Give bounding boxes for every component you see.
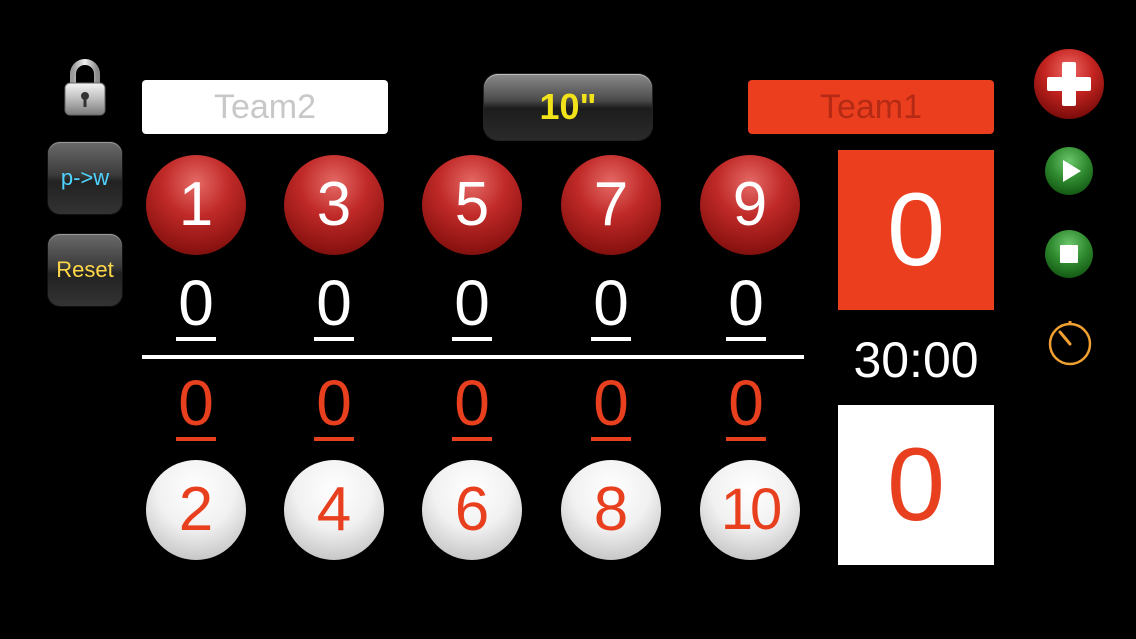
red-ball-3[interactable]: 3 <box>284 155 384 255</box>
bottom-score-value: 0 <box>176 367 216 441</box>
score-divider <box>142 355 804 359</box>
mode-switch-label: p->w <box>60 165 110 190</box>
white-ball-10[interactable]: 10 <box>700 460 800 560</box>
white-ball-8[interactable]: 8 <box>561 460 661 560</box>
top-score-value: 0 <box>591 267 631 341</box>
padlock-icon[interactable] <box>62 56 108 118</box>
reset-label: Reset <box>56 257 114 282</box>
shot-clock-value: 10" <box>539 86 597 127</box>
red-ball-number: 5 <box>454 170 490 239</box>
white-ball-number: 4 <box>316 475 352 544</box>
reset-button[interactable]: Reset <box>48 234 122 306</box>
play-icon <box>1045 147 1093 195</box>
bottom-score-value: 0 <box>591 367 631 441</box>
play-button[interactable] <box>1044 146 1094 196</box>
white-ball-2[interactable]: 2 <box>146 460 246 560</box>
team-left-label: Team2 <box>213 87 317 126</box>
bottom-score-1[interactable]: 0 <box>146 371 246 441</box>
white-ball-number: 6 <box>454 475 490 544</box>
red-ball-number: 9 <box>732 170 768 239</box>
game-clock-value: 30:00 <box>853 332 979 388</box>
white-ball-number: 10 <box>720 477 782 542</box>
red-ball-5[interactable]: 5 <box>422 155 522 255</box>
red-ball-number: 3 <box>316 170 352 239</box>
stop-icon <box>1045 230 1093 278</box>
team-top-total-value: 0 <box>887 172 945 288</box>
red-ball-number: 7 <box>593 170 629 239</box>
top-score-value: 0 <box>314 267 354 341</box>
white-ball-number: 2 <box>178 475 214 544</box>
stop-button[interactable] <box>1044 229 1094 279</box>
white-ball-4[interactable]: 4 <box>284 460 384 560</box>
team-top-total-score[interactable]: 0 <box>838 150 994 310</box>
top-score-3[interactable]: 0 <box>422 271 522 341</box>
top-score-value: 0 <box>726 267 766 341</box>
bottom-score-5[interactable]: 0 <box>696 371 796 441</box>
red-ball-number: 1 <box>178 170 214 239</box>
bottom-score-4[interactable]: 0 <box>561 371 661 441</box>
bottom-score-2[interactable]: 0 <box>284 371 384 441</box>
top-score-4[interactable]: 0 <box>561 271 661 341</box>
top-score-value: 0 <box>176 267 216 341</box>
top-score-2[interactable]: 0 <box>284 271 384 341</box>
red-ball-9[interactable]: 9 <box>700 155 800 255</box>
top-score-value: 0 <box>452 267 492 341</box>
team-bottom-total-value: 0 <box>887 427 945 543</box>
white-ball-6[interactable]: 6 <box>422 460 522 560</box>
plus-icon <box>1034 49 1104 119</box>
stopwatch-icon <box>1048 321 1092 366</box>
add-button[interactable] <box>1033 48 1105 120</box>
bottom-score-value: 0 <box>314 367 354 441</box>
red-ball-7[interactable]: 7 <box>561 155 661 255</box>
mode-switch-button[interactable]: p->w <box>48 142 122 214</box>
team-left-name[interactable]: Team2 <box>142 80 388 134</box>
bottom-score-value: 0 <box>726 367 766 441</box>
team-bottom-total-score[interactable]: 0 <box>838 405 994 565</box>
bottom-score-3[interactable]: 0 <box>422 371 522 441</box>
game-clock[interactable]: 30:00 <box>830 330 1002 390</box>
timer-button[interactable] <box>1044 316 1096 368</box>
top-score-1[interactable]: 0 <box>146 271 246 341</box>
team-right-label: Team1 <box>819 87 923 126</box>
shot-clock-button[interactable]: 10" <box>484 74 652 140</box>
team-right-name[interactable]: Team1 <box>748 80 994 134</box>
bottom-score-value: 0 <box>452 367 492 441</box>
red-ball-1[interactable]: 1 <box>146 155 246 255</box>
top-score-5[interactable]: 0 <box>696 271 796 341</box>
white-ball-number: 8 <box>593 475 629 544</box>
